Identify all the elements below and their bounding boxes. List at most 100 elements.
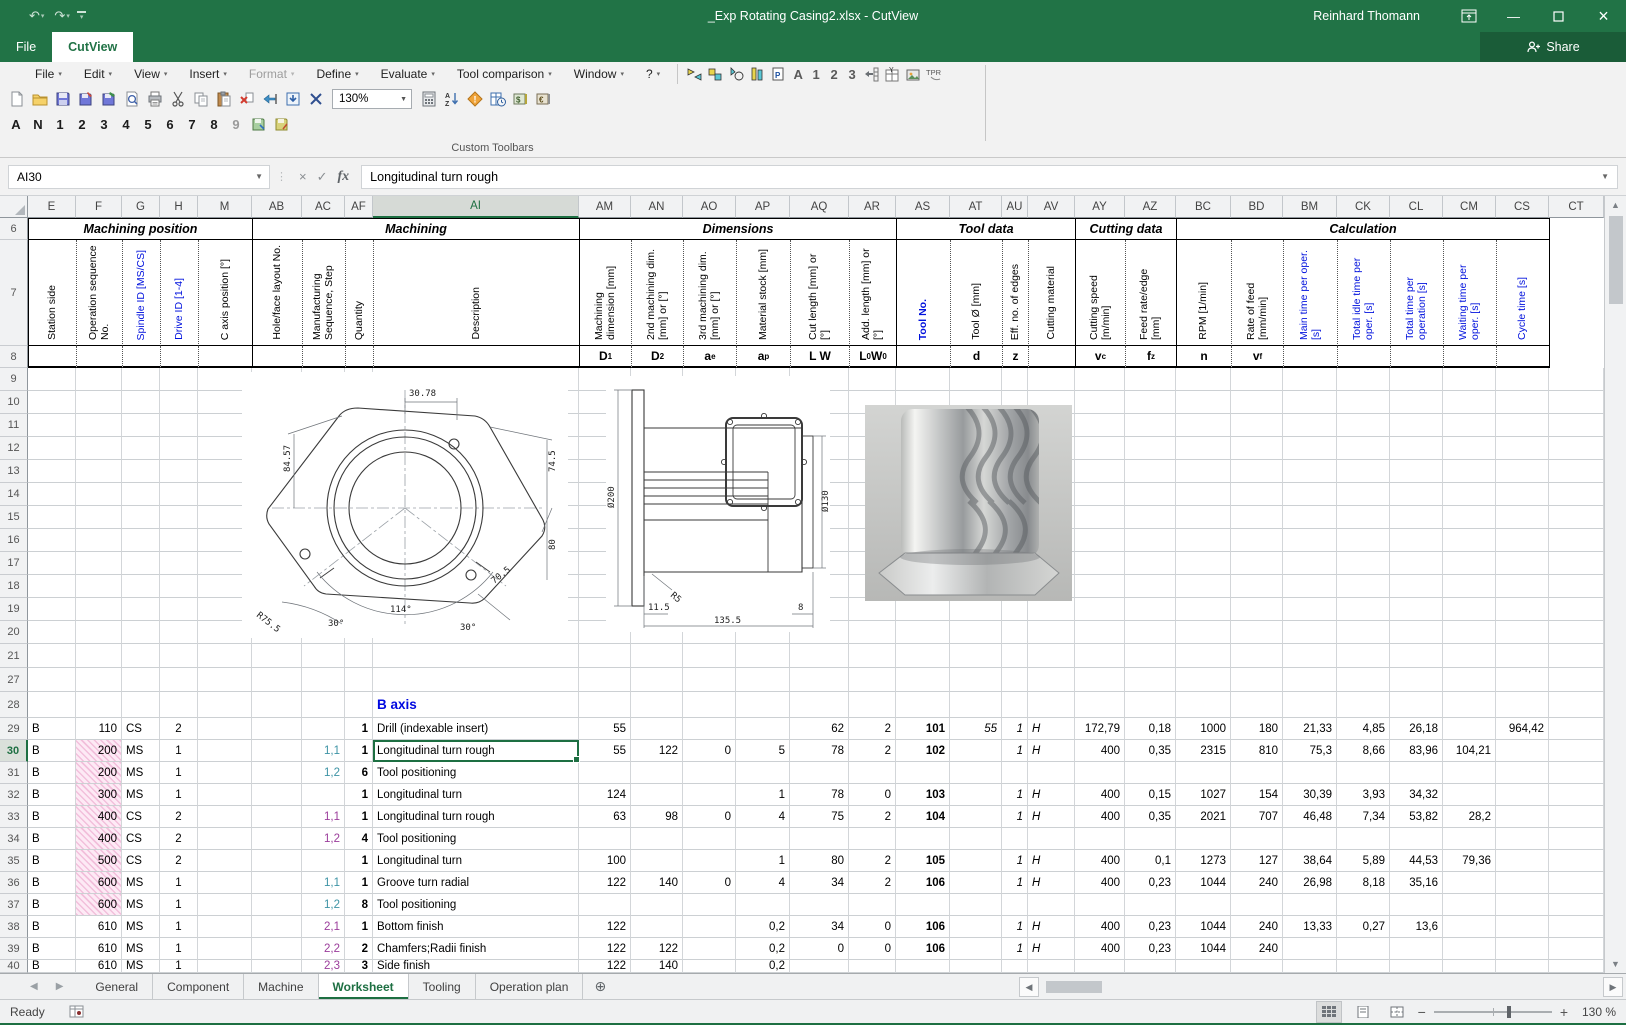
column-header-AF[interactable]: AF <box>345 196 373 218</box>
cell-CS35[interactable] <box>1496 850 1549 872</box>
cell-AQ30[interactable]: 78 <box>790 740 849 762</box>
column-header-AM[interactable]: AM <box>579 196 631 218</box>
cell-AM30[interactable]: 55 <box>579 740 631 762</box>
cell-AY17[interactable] <box>1075 552 1125 575</box>
cell-AZ30[interactable]: 0,35 <box>1125 740 1176 762</box>
cell-CS28[interactable] <box>1496 692 1549 718</box>
cell-BC9[interactable] <box>1176 368 1231 391</box>
cell-AY39[interactable]: 400 <box>1075 938 1125 960</box>
cell-AV9[interactable] <box>1028 368 1075 391</box>
save-variant-1-button[interactable] <box>248 114 269 135</box>
cell-BD32[interactable]: 154 <box>1231 784 1283 806</box>
cell-AU28[interactable] <box>1002 692 1028 718</box>
select-all-corner[interactable] <box>0 196 28 218</box>
cell-AV33[interactable]: H <box>1028 806 1075 828</box>
cell-AC33[interactable]: 1,1 <box>302 806 345 828</box>
cell-AS36[interactable]: 106 <box>896 872 950 894</box>
tool-pair-4-button[interactable] <box>747 64 768 85</box>
cell-BC21[interactable] <box>1176 644 1231 668</box>
zoom-percentage-label[interactable]: 130 % <box>1576 1005 1616 1019</box>
row-header-33[interactable]: 33 <box>0 806 28 828</box>
cell-CK15[interactable] <box>1337 506 1390 529</box>
cell-AZ31[interactable] <box>1125 762 1176 784</box>
cut-button[interactable] <box>167 89 188 110</box>
cell-AC35[interactable] <box>302 850 345 872</box>
cell-AN38[interactable] <box>631 916 683 938</box>
cell-CK37[interactable] <box>1337 894 1390 916</box>
row-header-6[interactable]: 6 <box>0 218 28 240</box>
cell-CL30[interactable]: 83,96 <box>1390 740 1443 762</box>
cell-G20[interactable] <box>122 621 160 644</box>
horizontal-scrollbar[interactable]: ◀ ▶ <box>1016 974 1626 1000</box>
cell-AZ13[interactable] <box>1125 460 1176 483</box>
cell-AT30[interactable] <box>950 740 1002 762</box>
cell-AR28[interactable] <box>849 692 896 718</box>
cell-H19[interactable] <box>160 598 198 621</box>
row-header-34[interactable]: 34 <box>0 828 28 850</box>
cell-H13[interactable] <box>160 460 198 483</box>
cell-AT38[interactable] <box>950 916 1002 938</box>
cell-CT19[interactable] <box>1549 598 1604 621</box>
cell-AZ38[interactable]: 0,23 <box>1125 916 1176 938</box>
cell-AZ37[interactable] <box>1125 894 1176 916</box>
cell-AV28[interactable] <box>1028 692 1075 718</box>
column-header-AS[interactable]: AS <box>896 196 950 218</box>
cell-CL16[interactable] <box>1390 529 1443 552</box>
cell-CL38[interactable]: 13,6 <box>1390 916 1443 938</box>
cell-AC39[interactable]: 2,2 <box>302 938 345 960</box>
cell-BM19[interactable] <box>1283 598 1337 621</box>
page-layout-view-button[interactable] <box>1350 1001 1376 1023</box>
cell-AC38[interactable]: 2,1 <box>302 916 345 938</box>
cell-AS33[interactable]: 104 <box>896 806 950 828</box>
cell-CK30[interactable]: 8,66 <box>1337 740 1390 762</box>
cell-BD14[interactable] <box>1231 483 1283 506</box>
cell-H14[interactable] <box>160 483 198 506</box>
custom-button-3[interactable]: 3 <box>94 114 114 134</box>
cell-AC36[interactable]: 1,1 <box>302 872 345 894</box>
cell-G38[interactable]: MS <box>122 916 160 938</box>
cell-H36[interactable]: 1 <box>160 872 198 894</box>
cell-AO36[interactable]: 0 <box>683 872 736 894</box>
cell-BD35[interactable]: 127 <box>1231 850 1283 872</box>
cell-CM17[interactable] <box>1443 552 1496 575</box>
tool-pair-2-button[interactable] <box>705 64 726 85</box>
cell-AV40[interactable] <box>1028 960 1075 973</box>
zoom-in-button[interactable]: + <box>1560 1004 1568 1020</box>
cell-AR33[interactable]: 2 <box>849 806 896 828</box>
cell-AB28[interactable] <box>252 692 302 718</box>
cell-CK40[interactable] <box>1337 960 1390 973</box>
cell-AS20[interactable] <box>896 621 950 644</box>
column-header-AV[interactable]: AV <box>1028 196 1075 218</box>
cell-AN31[interactable] <box>631 762 683 784</box>
custom-button-4[interactable]: 4 <box>116 114 136 134</box>
cell-CT32[interactable] <box>1549 784 1604 806</box>
cell-CS21[interactable] <box>1496 644 1549 668</box>
formula-input[interactable]: Longitudinal turn rough▼ <box>361 165 1618 189</box>
cell-AT37[interactable] <box>950 894 1002 916</box>
cell-CK32[interactable]: 3,93 <box>1337 784 1390 806</box>
cell-AF40[interactable]: 3 <box>345 960 373 973</box>
row-header-32[interactable]: 32 <box>0 784 28 806</box>
cell-BC33[interactable]: 2021 <box>1176 806 1231 828</box>
menu-window[interactable]: Window▾ <box>563 62 635 86</box>
cell-CK18[interactable] <box>1337 575 1390 598</box>
cell-AY19[interactable] <box>1075 598 1125 621</box>
cell-CS36[interactable] <box>1496 872 1549 894</box>
column-header-AY[interactable]: AY <box>1075 196 1125 218</box>
cell-AV20[interactable] <box>1028 621 1075 644</box>
cell-AY12[interactable] <box>1075 437 1125 460</box>
cell-CL20[interactable] <box>1390 621 1443 644</box>
cell-AC30[interactable]: 1,1 <box>302 740 345 762</box>
cell-BC15[interactable] <box>1176 506 1231 529</box>
cell-BM9[interactable] <box>1283 368 1337 391</box>
cell-AZ29[interactable]: 0,18 <box>1125 718 1176 740</box>
cell-BM15[interactable] <box>1283 506 1337 529</box>
cell-AZ11[interactable] <box>1125 414 1176 437</box>
column-header-CS[interactable]: CS <box>1496 196 1549 218</box>
cell-AS28[interactable] <box>896 692 950 718</box>
cell-CT39[interactable] <box>1549 938 1604 960</box>
sheet-nav-next-icon[interactable]: ▶ <box>56 981 64 992</box>
cell-AR20[interactable] <box>849 621 896 644</box>
cell-BC32[interactable]: 1027 <box>1176 784 1231 806</box>
cell-AP31[interactable] <box>736 762 790 784</box>
